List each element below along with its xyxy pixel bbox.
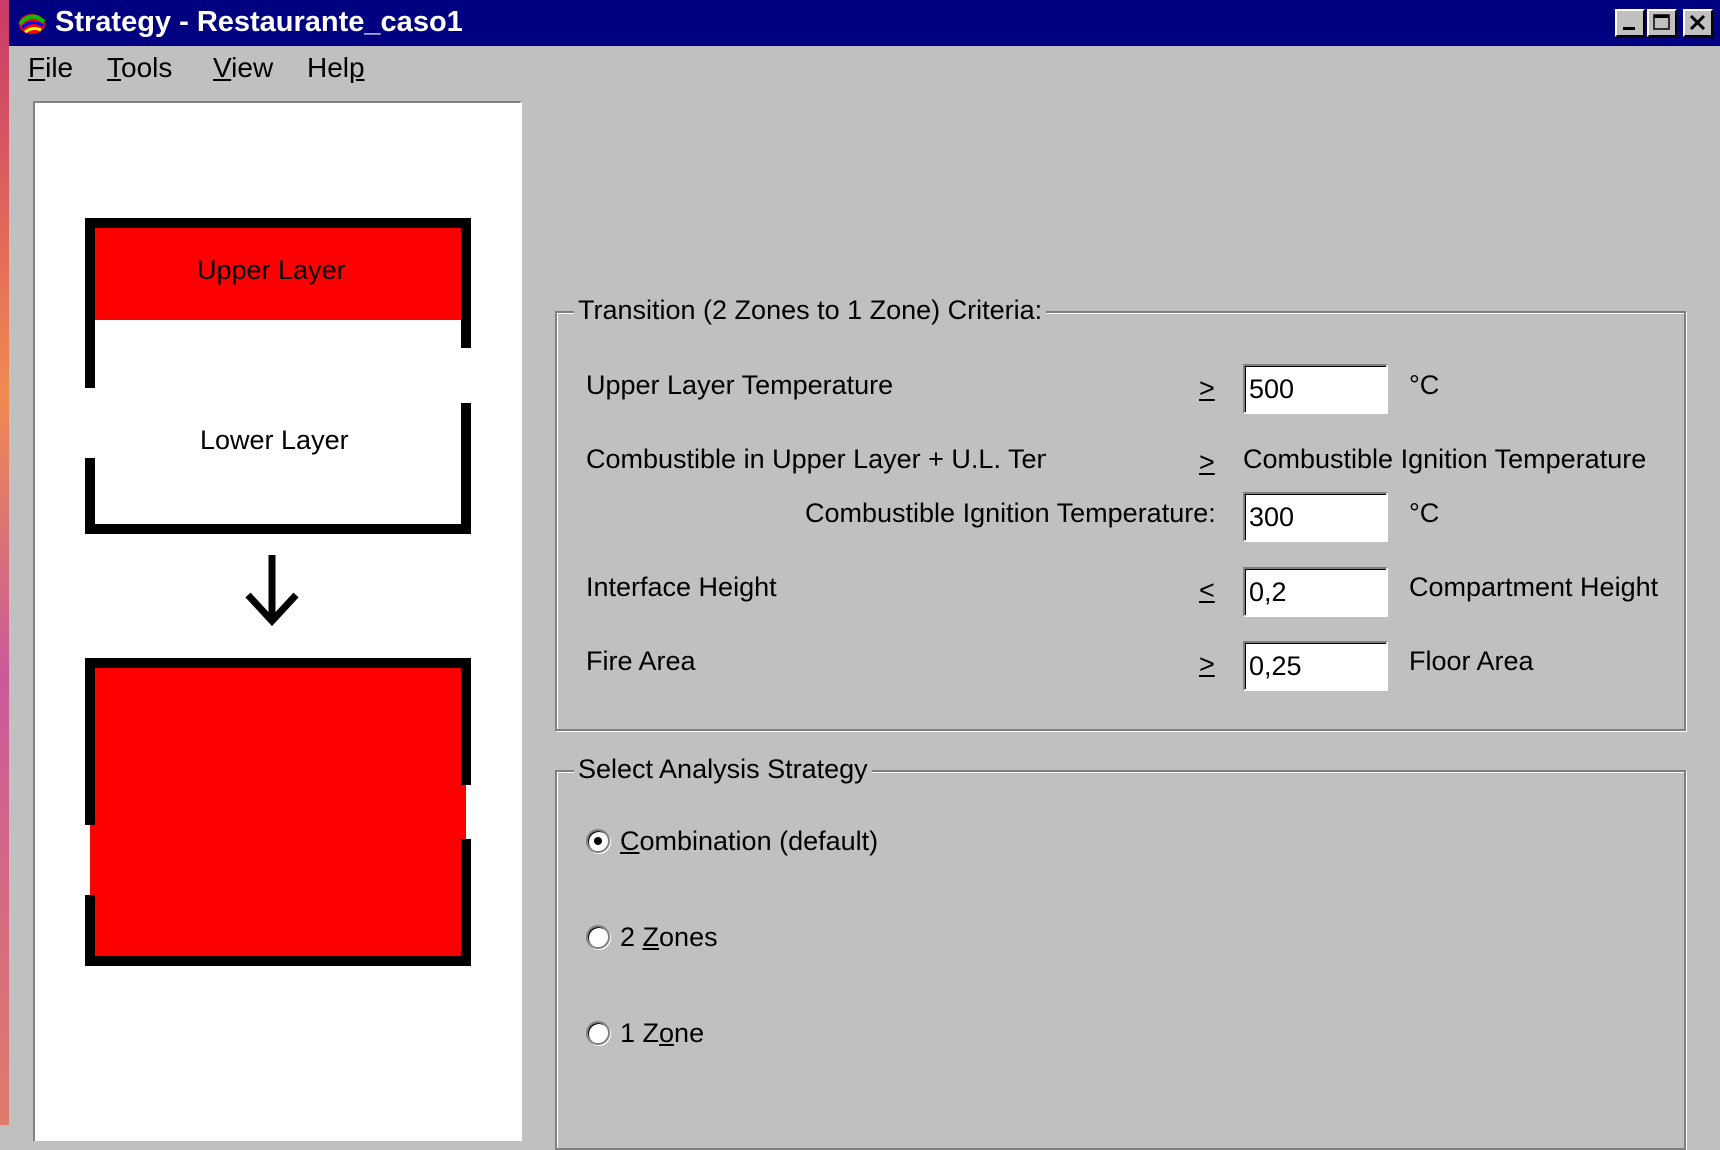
- radio-2-zones[interactable]: 2 Zones: [586, 922, 718, 953]
- radio-1-zone[interactable]: 1 Zone: [586, 1018, 704, 1049]
- maximize-button[interactable]: [1647, 9, 1677, 37]
- menu-file[interactable]: File: [28, 52, 73, 84]
- radio-combination[interactable]: Combination (default): [586, 826, 878, 857]
- interface-height-operator: <: [1199, 575, 1215, 605]
- arrow-down-icon: [245, 555, 299, 627]
- menu-view[interactable]: View: [213, 52, 273, 84]
- analysis-strategy-title: Select Analysis Strategy: [574, 754, 872, 785]
- upper-layer-label: Upper Layer: [197, 255, 346, 285]
- close-button[interactable]: [1683, 9, 1713, 37]
- radio-unselected-icon[interactable]: [586, 924, 610, 949]
- fire-area-unit: Floor Area: [1409, 646, 1534, 676]
- zone-diagram-panel: Upper Layer Lower Layer: [33, 101, 522, 1141]
- ignition-temp-input[interactable]: [1243, 492, 1388, 542]
- upper-temp-input[interactable]: [1243, 364, 1388, 414]
- upper-temp-label: Upper Layer Temperature: [586, 370, 894, 400]
- menu-bar: File Tools View Help: [9, 46, 1720, 88]
- interface-height-input[interactable]: [1243, 567, 1388, 617]
- ignition-temp-unit: °C: [1409, 498, 1440, 528]
- title-bar[interactable]: Strategy - Restaurante_caso1: [9, 0, 1720, 46]
- minimize-button[interactable]: [1615, 9, 1645, 37]
- close-icon: [1689, 14, 1706, 31]
- window-title: Strategy - Restaurante_caso1: [55, 6, 463, 38]
- lower-layer-label: Lower Layer: [200, 425, 349, 455]
- fire-area-input[interactable]: [1243, 641, 1388, 691]
- combustible-label-box: Combustible in Upper Layer + U.L. Temper…: [586, 444, 1046, 482]
- ignition-temp-label: Combustible Ignition Temperature:: [805, 498, 1216, 528]
- radio-selected-icon[interactable]: [586, 828, 610, 853]
- combustible-label: Combustible in Upper Layer + U.L. Temper…: [586, 444, 1046, 474]
- transition-criteria-title: Transition (2 Zones to 1 Zone) Criteria:: [574, 295, 1047, 326]
- upper-temp-unit: °C: [1409, 370, 1440, 400]
- combustible-operator: >: [1199, 447, 1215, 477]
- app-icon: [18, 14, 46, 34]
- menu-tools[interactable]: Tools: [107, 52, 172, 84]
- upper-temp-operator: >: [1199, 373, 1215, 403]
- fire-area-label: Fire Area: [586, 646, 696, 676]
- fire-area-operator: >: [1199, 649, 1215, 679]
- combustible-target: Combustible Ignition Temperature: [1243, 444, 1647, 474]
- desktop-edge: [0, 0, 9, 1125]
- radio-unselected-icon[interactable]: [586, 1020, 610, 1045]
- maximize-icon: [1653, 14, 1670, 30]
- interface-height-label: Interface Height: [586, 572, 777, 602]
- minimize-icon: [1623, 27, 1635, 30]
- interface-height-unit: Compartment Height: [1409, 572, 1659, 602]
- menu-help[interactable]: Help: [307, 52, 365, 84]
